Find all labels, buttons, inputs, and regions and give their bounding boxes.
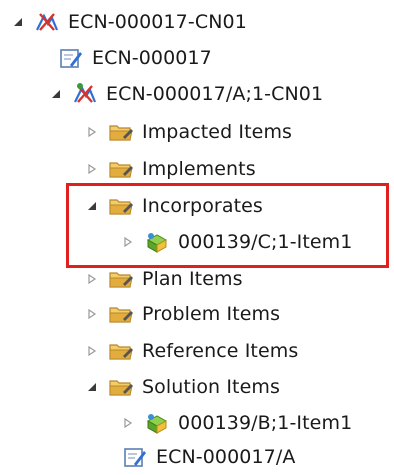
tree-node-label: ECN-000017/A;1-CN01 [106, 83, 324, 105]
tree-node-label: Plan Items [142, 268, 243, 290]
tree-node-label: Implements [142, 158, 256, 180]
folder-icon [108, 375, 134, 399]
expanded-arrow-icon[interactable] [50, 88, 62, 100]
folder-icon [108, 302, 134, 326]
highlight-box [66, 183, 389, 268]
document-edit-icon [58, 46, 84, 70]
collapsed-arrow-icon[interactable] [86, 273, 98, 285]
tree-node-label: ECN-000017-CN01 [68, 11, 247, 33]
expanded-arrow-icon[interactable] [12, 16, 24, 28]
change-notice-revision-icon [72, 82, 98, 106]
change-notice-icon [34, 10, 60, 34]
tree-node-label: Solution Items [142, 376, 280, 398]
collapsed-arrow-icon[interactable] [86, 308, 98, 320]
tree-node-ecn-000017[interactable]: ECN-000017 [58, 40, 212, 76]
folder-icon [108, 120, 134, 144]
tree-node-impacted-items[interactable]: Impacted Items [86, 114, 292, 150]
collapsed-arrow-icon[interactable] [86, 345, 98, 357]
tree-node-ecn-000017-a1-cn01[interactable]: ECN-000017/A;1-CN01 [50, 76, 323, 112]
item-revision-icon [144, 411, 170, 435]
tree-node-solution-items[interactable]: Solution Items [86, 369, 280, 405]
folder-icon [108, 157, 134, 181]
tree-node-label: Problem Items [142, 303, 281, 325]
tree-node-label: Impacted Items [142, 121, 293, 143]
tree-view: ECN-000017-CN01 ECN-000017 ECN-000017/A;… [0, 0, 394, 470]
tree-node-label: ECN-000017 [92, 47, 212, 69]
expanded-arrow-icon[interactable] [86, 381, 98, 393]
folder-icon [108, 339, 134, 363]
collapsed-arrow-icon[interactable] [86, 126, 98, 138]
tree-node-problem-items[interactable]: Problem Items [86, 296, 280, 332]
tree-node-reference-items[interactable]: Reference Items [86, 333, 298, 369]
folder-icon [108, 267, 134, 291]
tree-node-label: Reference Items [142, 340, 299, 362]
tree-node-label: ECN-000017/A [156, 446, 296, 468]
tree-node-implements[interactable]: Implements [86, 151, 256, 187]
tree-node-000139-b1-item1[interactable]: 000139/B;1-Item1 [122, 405, 352, 441]
collapsed-arrow-icon[interactable] [122, 417, 134, 429]
collapsed-arrow-icon[interactable] [86, 163, 98, 175]
document-edit-icon [122, 445, 148, 469]
tree-node-ecn-000017-cn01[interactable]: ECN-000017-CN01 [12, 4, 247, 40]
tree-node-label: 000139/B;1-Item1 [178, 412, 353, 434]
